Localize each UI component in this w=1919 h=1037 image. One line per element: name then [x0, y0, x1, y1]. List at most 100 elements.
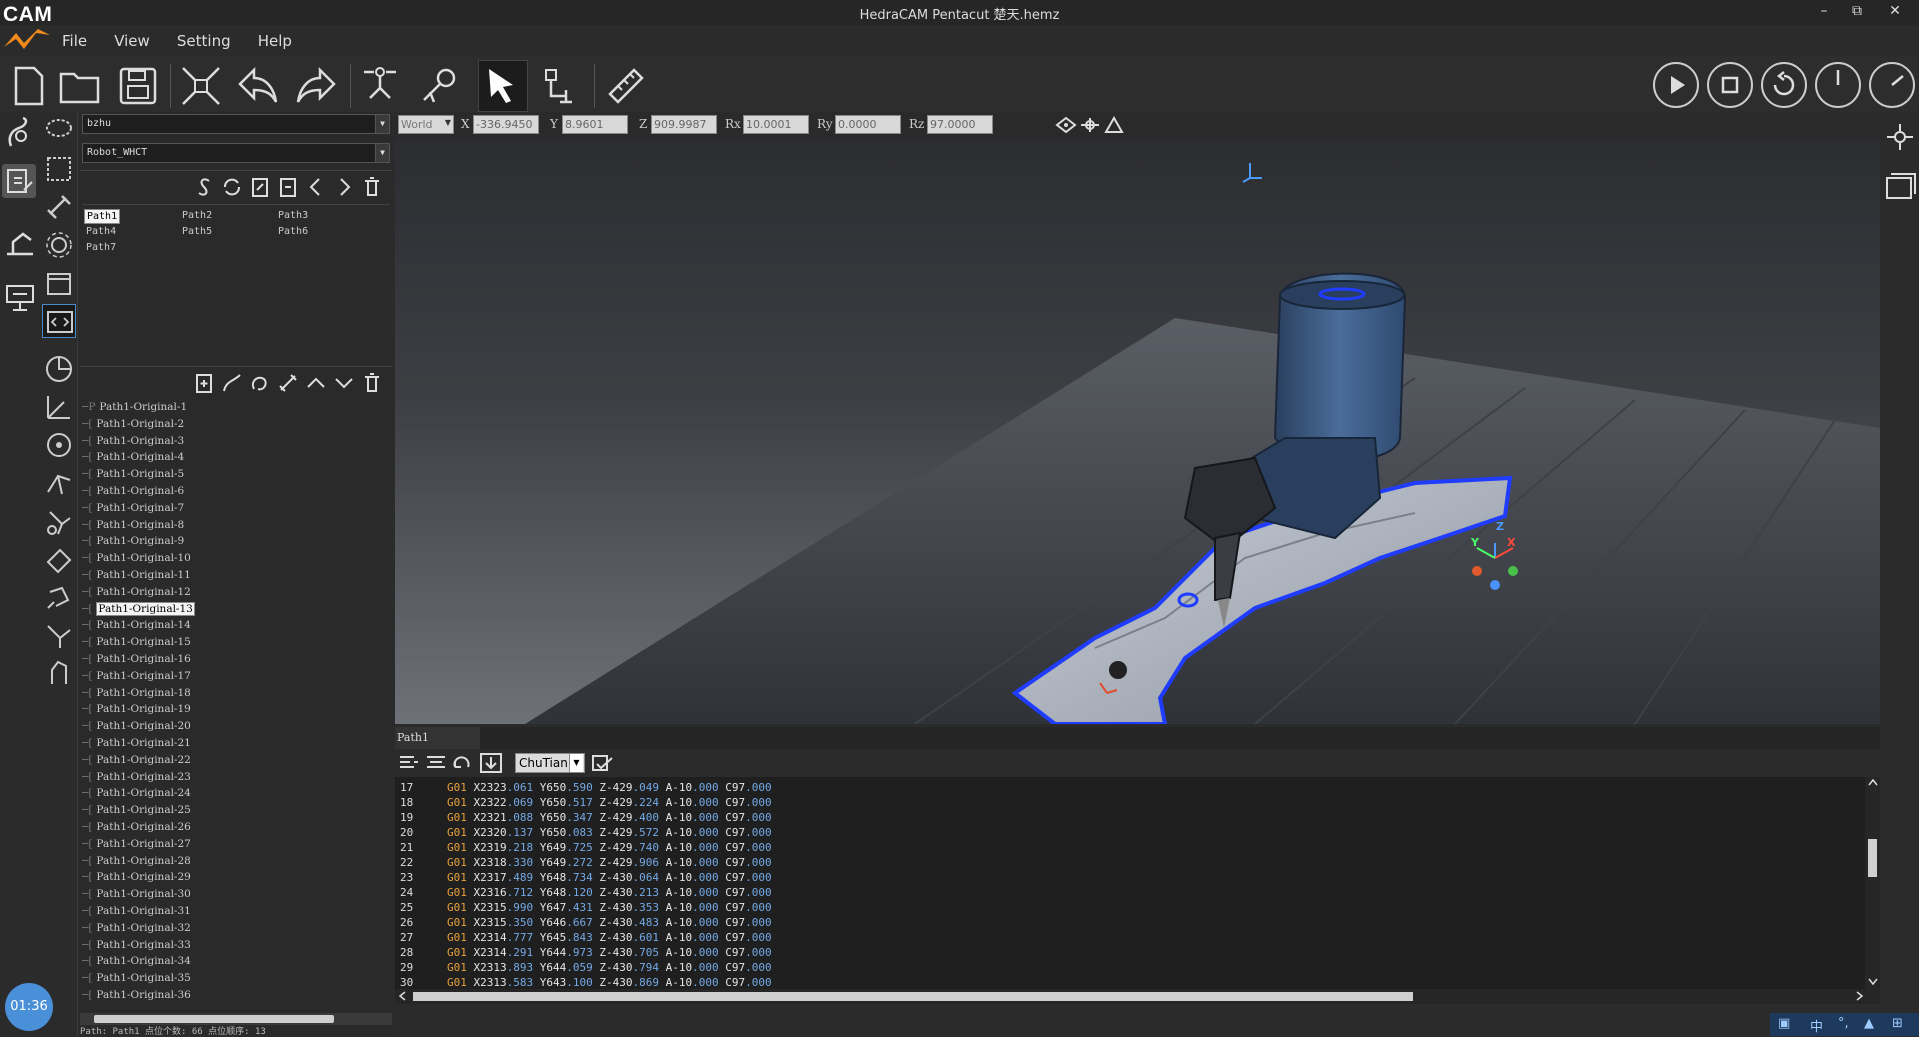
align-left-icon[interactable] [398, 753, 420, 773]
reset-icon[interactable] [1761, 62, 1807, 108]
tree-item[interactable]: ─[Path1-Original-35 [82, 972, 191, 989]
code-line[interactable]: 18 G01 X2322.069 Y650.517 Z-429.224 A-10.… [395, 796, 772, 811]
rz-field[interactable]: 97.0000 [927, 115, 993, 134]
grid-icon[interactable]: ⊞ [1892, 1016, 1903, 1031]
tree-item[interactable]: ─[Path1-Original-21 [82, 737, 191, 754]
snap-icon[interactable] [1055, 116, 1077, 134]
stop-icon[interactable] [1707, 62, 1753, 108]
undo-icon[interactable] [234, 62, 282, 110]
target-icon[interactable] [42, 428, 76, 462]
code-view-icon[interactable] [42, 304, 76, 338]
speed-icon[interactable] [1869, 62, 1915, 108]
select-tool-icon[interactable] [478, 60, 528, 112]
link-point-icon[interactable] [276, 371, 300, 395]
curve-point-icon[interactable] [220, 371, 244, 395]
tree-item[interactable]: ─[Path1-Original-4 [82, 451, 184, 468]
tree-item[interactable]: ─[Path1-Original-19 [82, 703, 191, 720]
code-line[interactable]: 27 G01 X2314.777 Y645.843 Z-430.601 A-10.… [395, 931, 772, 946]
scroll-thumb[interactable] [413, 992, 1413, 1001]
code-line[interactable]: 22 G01 X2318.330 Y649.272 Z-429.906 A-10.… [395, 856, 772, 871]
scroll-thumb[interactable] [94, 1015, 334, 1023]
chevron-down-icon[interactable]: ▼ [375, 144, 389, 162]
tool-tilt-icon[interactable] [42, 542, 76, 576]
box-select-icon[interactable] [42, 152, 76, 186]
pick-point-icon[interactable] [1079, 116, 1101, 134]
tree-item[interactable]: ─[Path1-Original-28 [82, 855, 191, 872]
layers-icon[interactable] [42, 266, 76, 300]
robot-network-icon[interactable] [1883, 120, 1917, 154]
tool-lead-icon[interactable] [42, 618, 76, 652]
tool-approach-icon[interactable] [42, 466, 76, 500]
path-item[interactable]: Path7 [84, 241, 118, 254]
clock-badge[interactable]: 01:36 [5, 983, 53, 1031]
frame-select[interactable]: World ▼ [398, 115, 454, 134]
robot-config-icon[interactable] [3, 224, 37, 258]
z-field[interactable]: 909.9987 [651, 115, 717, 134]
code-line[interactable]: 19 G01 X2321.088 Y650.347 Z-429.400 A-10.… [395, 811, 772, 826]
scroll-right-icon[interactable] [1853, 990, 1865, 1002]
tree-item[interactable]: ─[Path1-Original-12 [82, 586, 191, 603]
code-tab[interactable]: Path1 [395, 727, 480, 749]
undo-code-icon[interactable] [451, 753, 473, 773]
fit-view-icon[interactable] [177, 62, 225, 110]
tree-item[interactable]: ─[Path1-Original-9 [82, 535, 184, 552]
code-vertical-scrollbar[interactable] [1865, 777, 1880, 989]
path-item[interactable]: Path1 [84, 209, 121, 224]
punctuation-icon[interactable]: °, [1838, 1016, 1849, 1031]
tree-item[interactable]: ─[Path1-Original-2 [82, 418, 184, 435]
code-line[interactable]: 30 G01 X2313.583 Y643.100 Z-430.869 A-10.… [395, 976, 772, 989]
gcode-editor[interactable]: 17 G01 X2323.061 Y650.590 Z-429.049 A-10.… [395, 777, 1865, 989]
save-icon[interactable] [114, 62, 162, 110]
window-panel-icon[interactable] [1883, 170, 1917, 204]
menu-view[interactable]: View [114, 28, 150, 50]
tool-orient-icon[interactable] [42, 504, 76, 538]
code-line[interactable]: 28 G01 X2314.291 Y644.973 Z-430.705 A-10.… [395, 946, 772, 961]
scroll-down-icon[interactable] [1867, 975, 1879, 987]
tree-item[interactable]: ─[Path1-Original-25 [82, 804, 191, 821]
pie-chart-icon[interactable] [42, 352, 76, 386]
tree-item[interactable]: ─[Path1-Original-13 [82, 601, 195, 620]
tree-item[interactable]: ─[Path1-Original-24 [82, 787, 191, 804]
scroll-left-icon[interactable] [397, 990, 409, 1002]
tree-item[interactable]: ─[Path1-Original-15 [82, 636, 191, 653]
rx-field[interactable]: 10.0001 [743, 115, 809, 134]
tree-item[interactable]: ─P Path1-Original-1 [82, 401, 187, 418]
tree-item[interactable]: ─[Path1-Original-36 [82, 989, 191, 1006]
chevron-right-icon[interactable] [332, 175, 356, 199]
tree-item[interactable]: ─[Path1-Original-14 [82, 619, 191, 636]
tree-item[interactable]: ─[Path1-Original-29 [82, 871, 191, 888]
part-select[interactable]: bzhu ▼ [82, 114, 390, 134]
path-item[interactable]: Path4 [84, 225, 118, 238]
lasso-select-icon[interactable] [42, 114, 76, 148]
open-folder-icon[interactable] [56, 62, 104, 110]
export-code-icon[interactable] [590, 752, 616, 774]
simulation-mode-icon[interactable] [3, 280, 37, 314]
robot-mode-icon[interactable] [3, 116, 37, 150]
tree-item[interactable]: ─[Path1-Original-10 [82, 552, 191, 569]
axis-icon[interactable] [42, 390, 76, 424]
tree-item[interactable]: ─[Path1-Original-22 [82, 754, 191, 771]
tree-item[interactable]: ─[Path1-Original-23 [82, 771, 191, 788]
tree-item[interactable]: ─[Path1-Original-16 [82, 653, 191, 670]
tool-grip-icon[interactable] [42, 656, 76, 690]
spline-icon[interactable] [192, 175, 216, 199]
copy-path-icon[interactable] [276, 175, 300, 199]
tree-item[interactable]: ─[Path1-Original-34 [82, 955, 191, 972]
robot-path-icon[interactable] [356, 62, 404, 110]
post-processor-select[interactable]: ChuTian ▼ [515, 753, 585, 773]
code-horizontal-scrollbar[interactable] [395, 989, 1880, 1004]
chevron-left-icon[interactable] [304, 175, 328, 199]
tree-item[interactable]: ─[Path1-Original-7 [82, 502, 184, 519]
tree-item[interactable]: ─[Path1-Original-33 [82, 939, 191, 956]
ry-field[interactable]: 0.0000 [835, 115, 901, 134]
code-line[interactable]: 21 G01 X2319.218 Y649.725 Z-429.740 A-10.… [395, 841, 772, 856]
network-icon[interactable]: ▲ [1864, 1016, 1874, 1031]
tree-item[interactable]: ─[Path1-Original-26 [82, 821, 191, 838]
tree-item[interactable]: ─[Path1-Original-8 [82, 519, 184, 536]
code-line[interactable]: 20 G01 X2320.137 Y650.083 Z-429.572 A-10.… [395, 826, 772, 841]
3d-viewport[interactable]: Z X Y [395, 138, 1880, 724]
tree-item[interactable]: ─[Path1-Original-30 [82, 888, 191, 905]
tool-rotate-icon[interactable] [42, 580, 76, 614]
code-line[interactable]: 24 G01 X2316.712 Y648.120 Z-430.213 A-10.… [395, 886, 772, 901]
pick-face-icon[interactable] [1103, 116, 1125, 134]
